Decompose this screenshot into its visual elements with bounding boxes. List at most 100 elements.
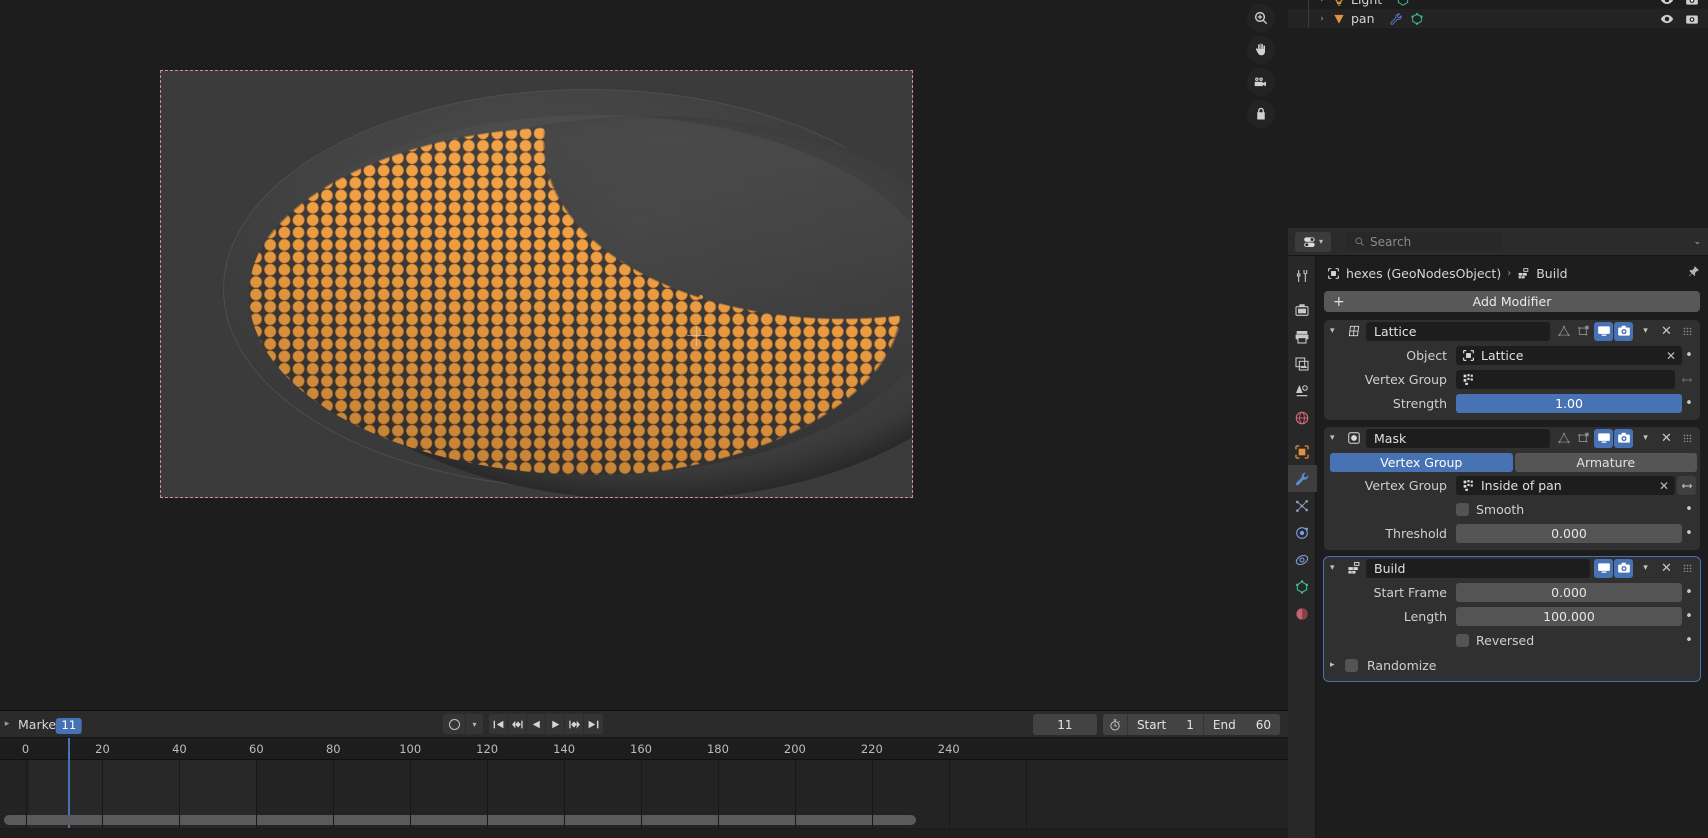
extras-dropdown[interactable]: ▾: [1637, 326, 1654, 336]
collapse-chevron-icon[interactable]: ▾: [1330, 326, 1341, 336]
render-toggle[interactable]: [1614, 558, 1633, 578]
realtime-display-toggle[interactable]: [1594, 428, 1613, 448]
breadcrumb-modifier[interactable]: Build: [1536, 266, 1567, 281]
drag-handle[interactable]: [1679, 434, 1695, 442]
modifier-wrench-icon[interactable]: [1389, 12, 1403, 26]
play-reverse-button[interactable]: [527, 714, 546, 734]
disclosure-triangle[interactable]: ›: [1315, 0, 1329, 5]
tab-constraints[interactable]: [1288, 546, 1316, 573]
eye-icon[interactable]: [1660, 0, 1674, 7]
modifier-name-field[interactable]: Build: [1366, 558, 1590, 578]
lock-camera-gizmo[interactable]: [1247, 100, 1275, 128]
start-frame-field[interactable]: Start 1: [1126, 714, 1203, 735]
mesh-data-icon[interactable]: [1410, 12, 1424, 26]
build-start-frame-field[interactable]: 0.000: [1456, 583, 1682, 602]
realtime-display-toggle[interactable]: [1594, 558, 1613, 578]
marker-menu[interactable]: Marker: [14, 717, 61, 732]
timeline-scrollbar-thumb[interactable]: [4, 815, 916, 825]
drag-handle[interactable]: [1679, 327, 1695, 335]
play-button[interactable]: [546, 714, 565, 734]
breadcrumb-object[interactable]: hexes (GeoNodesObject): [1346, 266, 1501, 281]
render-toggle[interactable]: [1614, 321, 1633, 341]
animate-property-dot[interactable]: •: [1682, 397, 1696, 410]
collapse-chevron-icon[interactable]: ▾: [1330, 433, 1341, 443]
reversed-checkbox[interactable]: [1456, 634, 1469, 647]
tab-tool[interactable]: [1288, 262, 1316, 289]
render-camera-icon[interactable]: [1685, 0, 1699, 7]
edit-mode-toggle[interactable]: [1574, 322, 1593, 341]
tab-object-data[interactable]: [1288, 573, 1316, 600]
animate-property-dot[interactable]: •: [1682, 349, 1696, 362]
timeline-ruler[interactable]: 0 20 40 60 80 100 120 140 160 180 200 220 240: [0, 738, 1288, 760]
animate-property-dot[interactable]: •: [1682, 586, 1696, 599]
lattice-strength-slider[interactable]: 1.00: [1456, 394, 1682, 413]
mask-mode-vertex-group-tab[interactable]: Vertex Group: [1330, 453, 1513, 472]
timeline-editor[interactable]: ▸ Marker ▾ 11 Start 1 End 60 0 20 40 60 …: [0, 710, 1288, 838]
add-modifier-button[interactable]: + Add Modifier: [1324, 291, 1700, 312]
drag-handle[interactable]: [1679, 564, 1695, 572]
animate-property-dot[interactable]: •: [1682, 527, 1696, 540]
tab-world[interactable]: [1288, 404, 1316, 431]
modifier-name-field[interactable]: Mask: [1366, 428, 1550, 448]
use-preview-range-toggle[interactable]: [1103, 718, 1127, 732]
on-cage-toggle[interactable]: [1554, 322, 1573, 341]
pin-id-button[interactable]: [1687, 265, 1700, 281]
properties-filter-button[interactable]: ▾: [1295, 231, 1331, 252]
delete-modifier-button[interactable]: ✕: [1658, 562, 1675, 575]
randomize-checkbox[interactable]: [1345, 658, 1358, 672]
invert-vertex-group-button[interactable]: [1677, 476, 1696, 495]
viewport-canvas[interactable]: [0, 0, 1288, 710]
current-frame-field[interactable]: 11: [1032, 714, 1097, 735]
on-cage-toggle[interactable]: [1554, 429, 1573, 448]
jump-to-start-button[interactable]: [489, 714, 508, 734]
hexes-object[interactable]: [249, 115, 912, 475]
mask-threshold-field[interactable]: 0.000: [1456, 524, 1682, 543]
edit-mode-toggle[interactable]: [1574, 429, 1593, 448]
tab-output[interactable]: [1288, 323, 1316, 350]
outliner-editor[interactable]: › Light ›: [1288, 0, 1708, 228]
modifier-panel-mask[interactable]: ▾ Mask ▾ ✕ Vertex Group Armature Vertex …: [1324, 427, 1700, 550]
clear-vertex-group-button[interactable]: ✕: [1659, 479, 1669, 493]
collapse-chevron-icon[interactable]: ▾: [1330, 563, 1341, 573]
timeline-track-area[interactable]: 11: [0, 718, 1288, 828]
build-randomize-subpanel[interactable]: ▸ Randomize: [1330, 655, 1700, 675]
tab-render[interactable]: [1288, 296, 1316, 323]
outliner-row-light[interactable]: › Light: [1288, 0, 1708, 9]
timeline-scrollbar-track[interactable]: [4, 815, 1284, 825]
previous-keyframe-button[interactable]: [508, 714, 527, 734]
delete-modifier-button[interactable]: ✕: [1658, 432, 1675, 445]
tab-scene[interactable]: [1288, 377, 1316, 404]
lattice-vertex-group-field[interactable]: [1456, 370, 1675, 389]
jump-to-end-button[interactable]: [584, 714, 603, 734]
timeline-editor-type-icon[interactable]: ▸: [0, 719, 14, 729]
delete-modifier-button[interactable]: ✕: [1658, 325, 1675, 338]
modifier-panel-lattice[interactable]: ▾ Lattice ▾ ✕ Object Lattice ✕ • Vertex …: [1324, 320, 1700, 420]
lattice-object-field[interactable]: Lattice ✕: [1456, 346, 1682, 365]
invert-vertex-group-button[interactable]: [1677, 370, 1696, 389]
tab-modifiers[interactable]: [1287, 465, 1317, 492]
extras-dropdown[interactable]: ▾: [1637, 433, 1654, 443]
mask-mode-armature-tab[interactable]: Armature: [1514, 453, 1697, 472]
auto-keying-dropdown[interactable]: ▾: [465, 714, 483, 734]
next-keyframe-button[interactable]: [565, 714, 584, 734]
animate-property-dot[interactable]: •: [1682, 503, 1696, 516]
modifier-name-field[interactable]: Lattice: [1366, 321, 1550, 341]
auto-keying-toggle[interactable]: [443, 714, 465, 734]
disclosure-triangle[interactable]: ›: [1315, 14, 1329, 24]
pan-gizmo[interactable]: [1247, 36, 1275, 64]
mask-vertex-group-field[interactable]: Inside of pan ✕: [1456, 476, 1675, 495]
tab-view-layer[interactable]: [1288, 350, 1316, 377]
camera-view-gizmo[interactable]: [1247, 68, 1275, 96]
build-length-field[interactable]: 100.000: [1456, 607, 1682, 626]
modifier-panel-build[interactable]: ▾ Build ▾ ✕ Start Frame 0.000 • Length 1…: [1323, 556, 1701, 682]
tab-material[interactable]: [1288, 600, 1316, 627]
tab-particles[interactable]: [1288, 492, 1316, 519]
expand-chevron-icon[interactable]: ▸: [1330, 660, 1340, 670]
mesh-data-icon[interactable]: [1396, 0, 1410, 7]
end-frame-field[interactable]: End 60: [1202, 714, 1280, 735]
animate-property-dot[interactable]: •: [1682, 634, 1696, 647]
animate-property-dot[interactable]: •: [1682, 610, 1696, 623]
clear-object-button[interactable]: ✕: [1666, 349, 1676, 363]
properties-editor[interactable]: ▾ Search ⌄ hexes (GeoNodesObject) › Buil…: [1287, 228, 1708, 838]
eye-icon[interactable]: [1660, 12, 1674, 26]
